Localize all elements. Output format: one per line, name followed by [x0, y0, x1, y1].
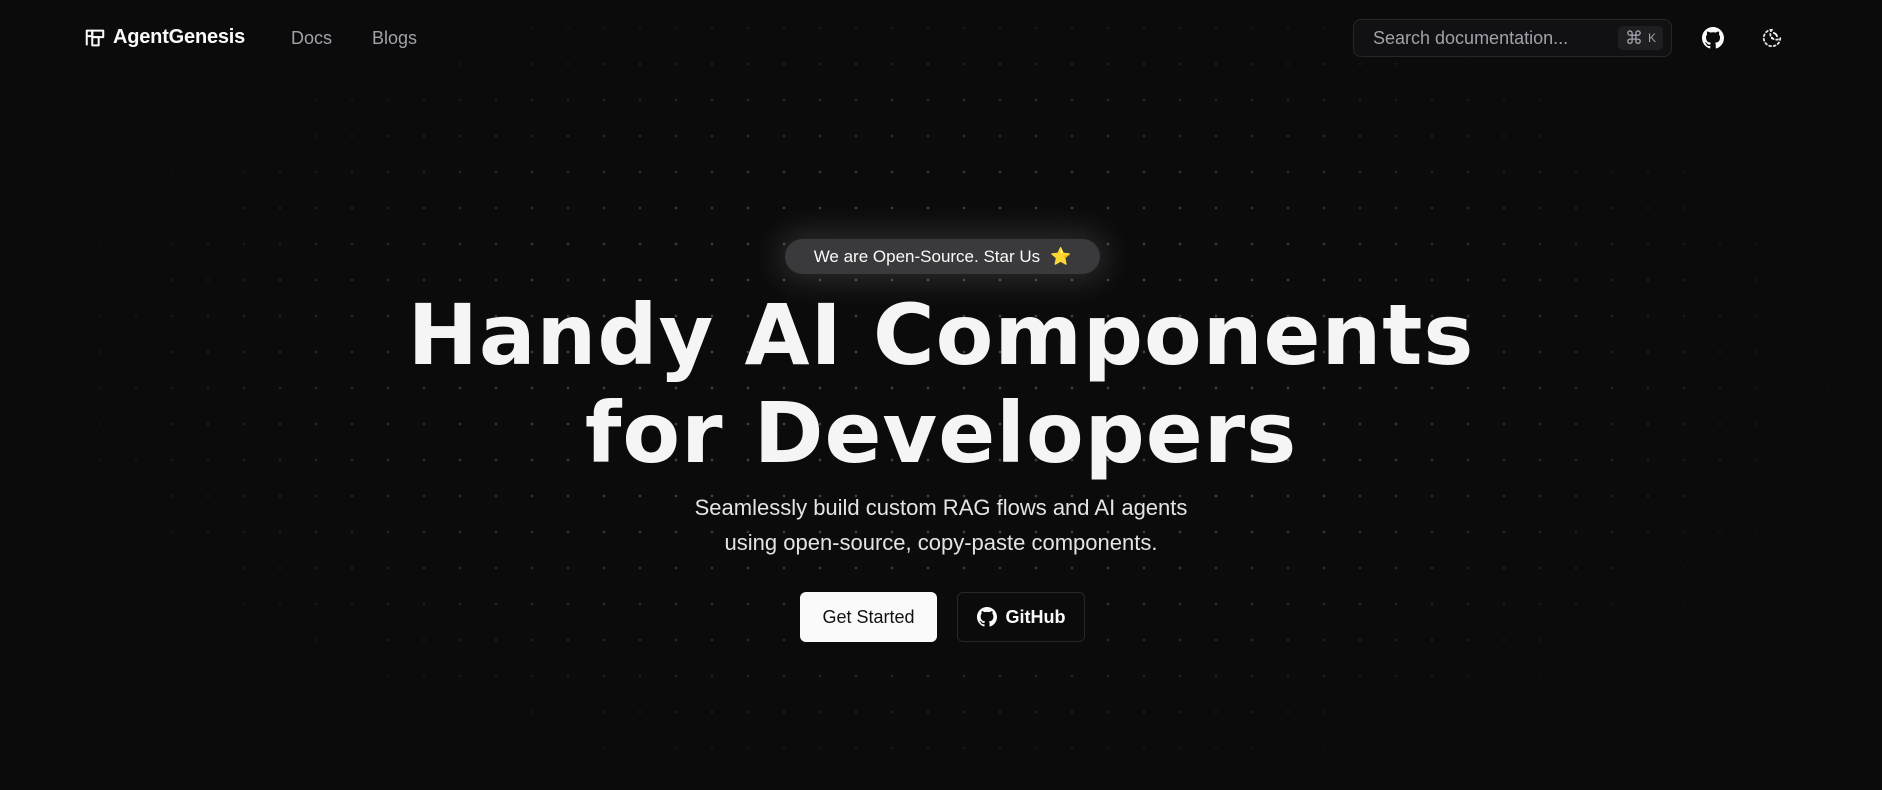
search-button[interactable]: Search documentation... ⌘ K [1353, 19, 1672, 57]
search-shortcut-badge: ⌘ K [1617, 26, 1663, 50]
headline-line-2: for Developers [584, 384, 1298, 482]
brand-logo-link[interactable]: AgentGenesis [84, 26, 245, 49]
star-icon: ⭐ [1050, 246, 1072, 266]
github-icon [976, 607, 997, 627]
nav-link-blogs[interactable]: Blogs [372, 28, 417, 49]
theme-toggle-icon [1762, 28, 1782, 48]
headline-line-1: Handy AI Components [407, 286, 1475, 384]
get-started-button[interactable]: Get Started [800, 592, 937, 642]
badge-text: We are Open-Source. Star Us [813, 246, 1041, 266]
top-navigation: AgentGenesis Docs Blogs Search documenta… [0, 0, 1882, 78]
command-key-icon: ⌘ [1624, 28, 1643, 48]
github-button[interactable]: GitHub [957, 592, 1085, 642]
agentgenesis-logo-icon [85, 29, 105, 46]
subtitle-line-2: using open-source, copy-paste components… [724, 530, 1158, 555]
hero-subtitle: Seamlessly build custom RAG flows and AI… [0, 490, 1882, 560]
hero-headline: Handy AI Components for Developers [0, 286, 1882, 482]
github-button-label: GitHub [1005, 606, 1066, 627]
github-icon [1702, 27, 1724, 49]
github-link-button[interactable] [1697, 22, 1729, 54]
nav-link-docs[interactable]: Docs [291, 28, 332, 49]
landing-page: AgentGenesis Docs Blogs Search documenta… [0, 0, 1882, 790]
search-placeholder: Search documentation... [1373, 27, 1569, 48]
brand-name: AgentGenesis [113, 26, 246, 48]
theme-toggle-button[interactable] [1756, 22, 1788, 54]
subtitle-line-1: Seamlessly build custom RAG flows and AI… [694, 495, 1188, 520]
shortcut-key: K [1647, 31, 1656, 45]
open-source-badge[interactable]: We are Open-Source. Star Us ⭐ [785, 239, 1100, 274]
